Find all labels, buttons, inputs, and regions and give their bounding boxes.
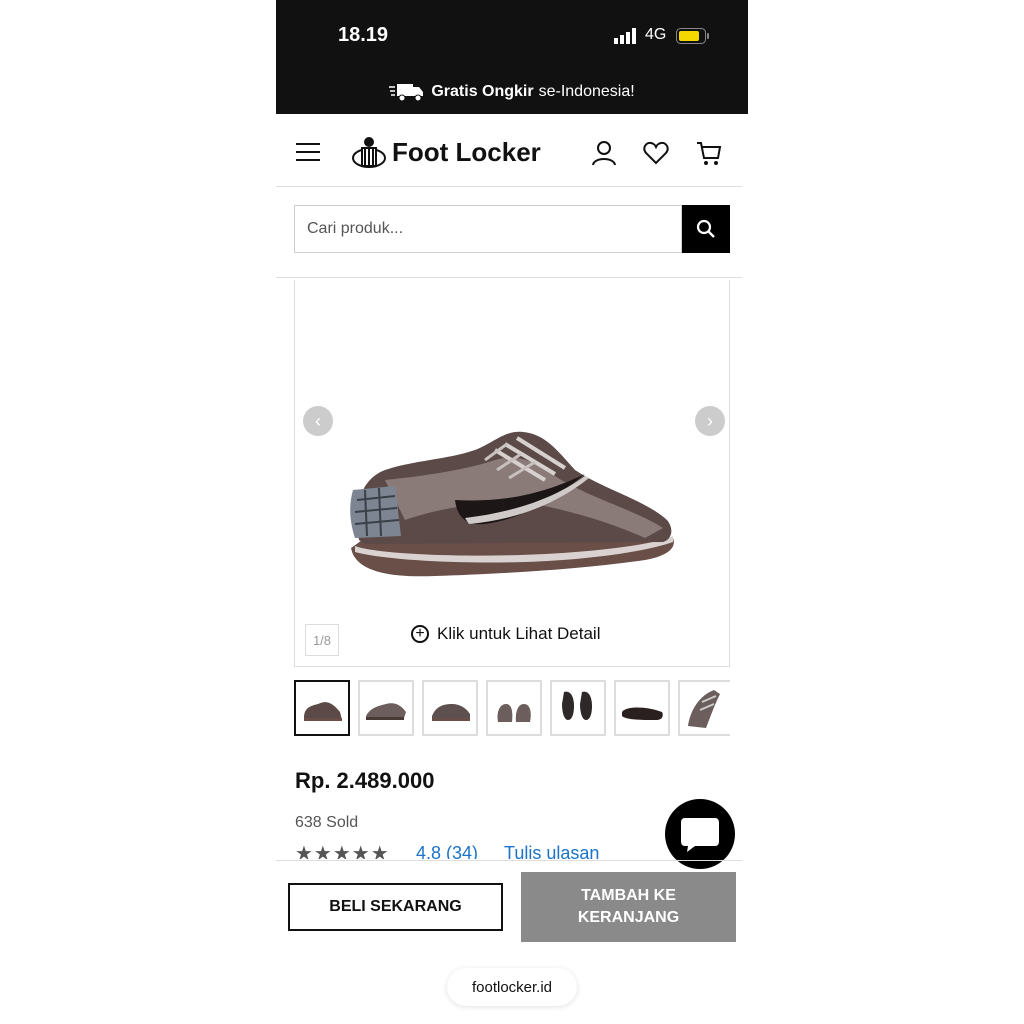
logo-text: Foot Locker: [392, 136, 541, 167]
chat-bubble-icon: [681, 818, 719, 852]
battery-icon: [676, 28, 709, 44]
add-to-cart-label-line2: KERANJANG: [577, 909, 680, 926]
thumbnail-3[interactable]: [422, 680, 478, 736]
search-button[interactable]: [682, 205, 730, 253]
header-divider: [276, 277, 742, 278]
search-input[interactable]: [295, 206, 669, 252]
product-price: Rp. 2.489.000: [295, 768, 435, 793]
promo-bold-text: Gratis Ongkir: [431, 83, 534, 100]
write-review-link[interactable]: Tulis ulasan: [504, 845, 599, 859]
thumbnail-shoe-image: [622, 707, 663, 720]
free-shipping-banner: Gratis Ongkir se-Indonesia!: [276, 70, 748, 114]
thumbnail-shoe-image: [304, 702, 342, 721]
add-to-cart-label-line1: TAMBAH KE: [581, 887, 676, 904]
view-detail-button[interactable]: + Klik untuk Lihat Detail: [411, 624, 600, 644]
thumbnail-shoe-image: [688, 690, 720, 728]
account-icon[interactable]: [591, 140, 617, 166]
action-bar-divider: [276, 860, 742, 861]
thumbnail-shoe-image: [562, 691, 592, 720]
sold-count: 638 Sold: [295, 814, 359, 831]
next-image-button[interactable]: ›: [695, 406, 725, 436]
thumbnail-5[interactable]: [550, 680, 606, 736]
rating-row: ★★★★★ 4.8 (34) Tulis ulasan: [295, 845, 725, 859]
thumbnail-shoe-image: [432, 704, 470, 721]
add-to-cart-button[interactable]: TAMBAH KE KERANJANG: [521, 872, 736, 942]
thumbnail-shoe-image: [366, 703, 406, 720]
status-time: 18.19: [338, 24, 389, 46]
network-type: 4G: [645, 26, 667, 43]
cart-icon[interactable]: [696, 140, 722, 166]
referee-logo-icon: [352, 137, 386, 168]
rating-score-link[interactable]: 4.8 (34): [416, 845, 478, 859]
chevron-right-icon: ›: [707, 410, 713, 431]
view-detail-label: Klik untuk Lihat Detail: [437, 624, 601, 643]
product-shoe-image[interactable]: [345, 420, 681, 590]
chevron-left-icon: ‹: [315, 410, 321, 431]
thumbnail-6[interactable]: [614, 680, 670, 736]
thumbnail-shoe-image: [497, 704, 531, 722]
site-header: Foot Locker: [276, 114, 742, 187]
promo-text: se-Indonesia!: [538, 83, 635, 100]
wishlist-heart-icon[interactable]: [643, 140, 669, 166]
zoom-plus-icon: +: [411, 625, 429, 643]
thumbnail-strip: [294, 680, 730, 738]
product-image-gallery[interactable]: ‹ › 1/8 + Klik untuk Lihat Detail: [294, 280, 730, 667]
thumbnail-1[interactable]: [294, 680, 350, 736]
foot-locker-logo[interactable]: Foot Locker: [352, 136, 541, 168]
chat-button[interactable]: [665, 799, 735, 869]
delivery-truck-icon: [389, 84, 424, 102]
prev-image-button[interactable]: ‹: [303, 406, 333, 436]
signal-icon: [614, 28, 636, 44]
thumbnail-4[interactable]: [486, 680, 542, 736]
buy-now-button[interactable]: BELI SEKARANG: [288, 883, 503, 931]
status-bar: 18.19 4G: [276, 0, 748, 70]
thumbnail-7[interactable]: [678, 680, 730, 736]
phone-screen: 18.19 4G Gratis Ongkir se-Indonesia! Foo…: [276, 0, 748, 1024]
image-counter: 1/8: [305, 624, 339, 656]
search-icon: [696, 219, 715, 238]
search-box: [294, 205, 682, 253]
rating-stars-icon: ★★★★★: [295, 845, 390, 859]
thumbnail-2[interactable]: [358, 680, 414, 736]
browser-url-bar[interactable]: footlocker.id: [447, 968, 577, 1006]
menu-icon[interactable]: [296, 142, 320, 162]
